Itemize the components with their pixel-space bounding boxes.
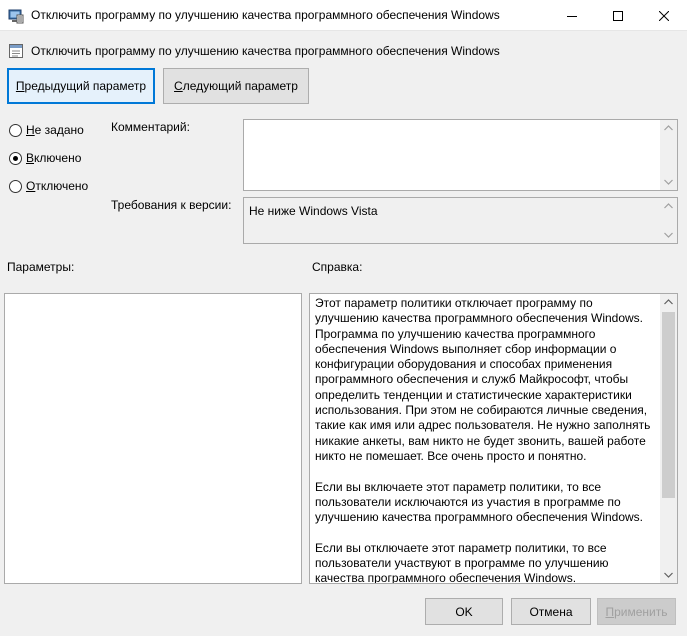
help-text: Этот параметр политики отключает програм… (315, 296, 657, 584)
scroll-up-icon (664, 203, 673, 209)
help-paragraph: Если вы отключаете этот параметр политик… (315, 540, 609, 584)
window-title: Отключить программу по улучшению качеств… (31, 8, 500, 22)
previous-setting-button[interactable]: Предыдущий параметр (7, 68, 155, 104)
prev-accel: П (15, 79, 25, 93)
policy-setting-icon (8, 43, 24, 59)
requirements-field: Не ниже Windows Vista (243, 197, 678, 244)
policy-editor-icon (8, 8, 24, 24)
help-panel: Этот параметр политики отключает програм… (309, 293, 678, 584)
radio-accel: О (26, 179, 36, 193)
prev-label: редыдущий параметр (24, 79, 147, 93)
next-setting-button[interactable]: Следующий параметр (163, 68, 309, 104)
radio-label: тключено (35, 179, 89, 193)
radio-label: е задано (34, 123, 84, 137)
scroll-down-icon (664, 179, 673, 185)
help-paragraph: Если вы включаете этот параметр политики… (315, 479, 644, 525)
help-paragraph: Этот параметр политики отключает програм… (315, 296, 651, 463)
radio-circle-checked (9, 151, 22, 165)
next-accel: С (174, 79, 183, 93)
scroll-up-icon (664, 125, 673, 131)
help-scrollbar[interactable] (660, 294, 677, 583)
minimize-icon (567, 15, 577, 17)
requirements-value: Не ниже Windows Vista (249, 204, 378, 218)
next-label: ледующий параметр (182, 79, 298, 93)
help-scroll-thumb[interactable] (662, 312, 675, 498)
comment-label: Комментарий: (111, 120, 190, 134)
scroll-up-icon (664, 299, 673, 305)
apply-button[interactable]: Применить (597, 598, 676, 625)
close-icon (659, 10, 669, 21)
requirements-scrollbar[interactable] (660, 198, 677, 243)
ok-button[interactable]: OK (425, 598, 503, 625)
maximize-button[interactable] (595, 0, 641, 31)
radio-label: ключено (34, 151, 82, 165)
radio-accel: Н (26, 123, 35, 137)
radio-circle (9, 123, 22, 137)
minimize-button[interactable] (549, 0, 595, 31)
scroll-down-icon (664, 232, 673, 238)
requirements-label: Требования к версии: (111, 198, 232, 212)
comment-scrollbar[interactable] (660, 120, 677, 190)
radio-accel: В (26, 151, 35, 165)
help-label: Справка: (312, 260, 363, 274)
parameters-label: Параметры: (7, 260, 75, 274)
radio-circle (9, 179, 22, 193)
comment-textarea[interactable] (243, 119, 678, 191)
apply-accel: П (605, 604, 615, 619)
cancel-button[interactable]: Отмена (511, 598, 591, 625)
maximize-icon (613, 10, 623, 21)
title-bar: Отключить программу по улучшению качеств… (0, 0, 687, 31)
parameters-panel (4, 293, 302, 584)
apply-label: рименить (614, 604, 668, 619)
radio-not-configured[interactable]: Не задано (9, 122, 84, 138)
radio-enabled[interactable]: Включено (9, 150, 81, 166)
policy-name: Отключить программу по улучшению качеств… (31, 44, 500, 58)
close-button[interactable] (641, 0, 687, 31)
scroll-down-icon (664, 572, 673, 578)
radio-disabled[interactable]: Отключено (9, 178, 88, 194)
